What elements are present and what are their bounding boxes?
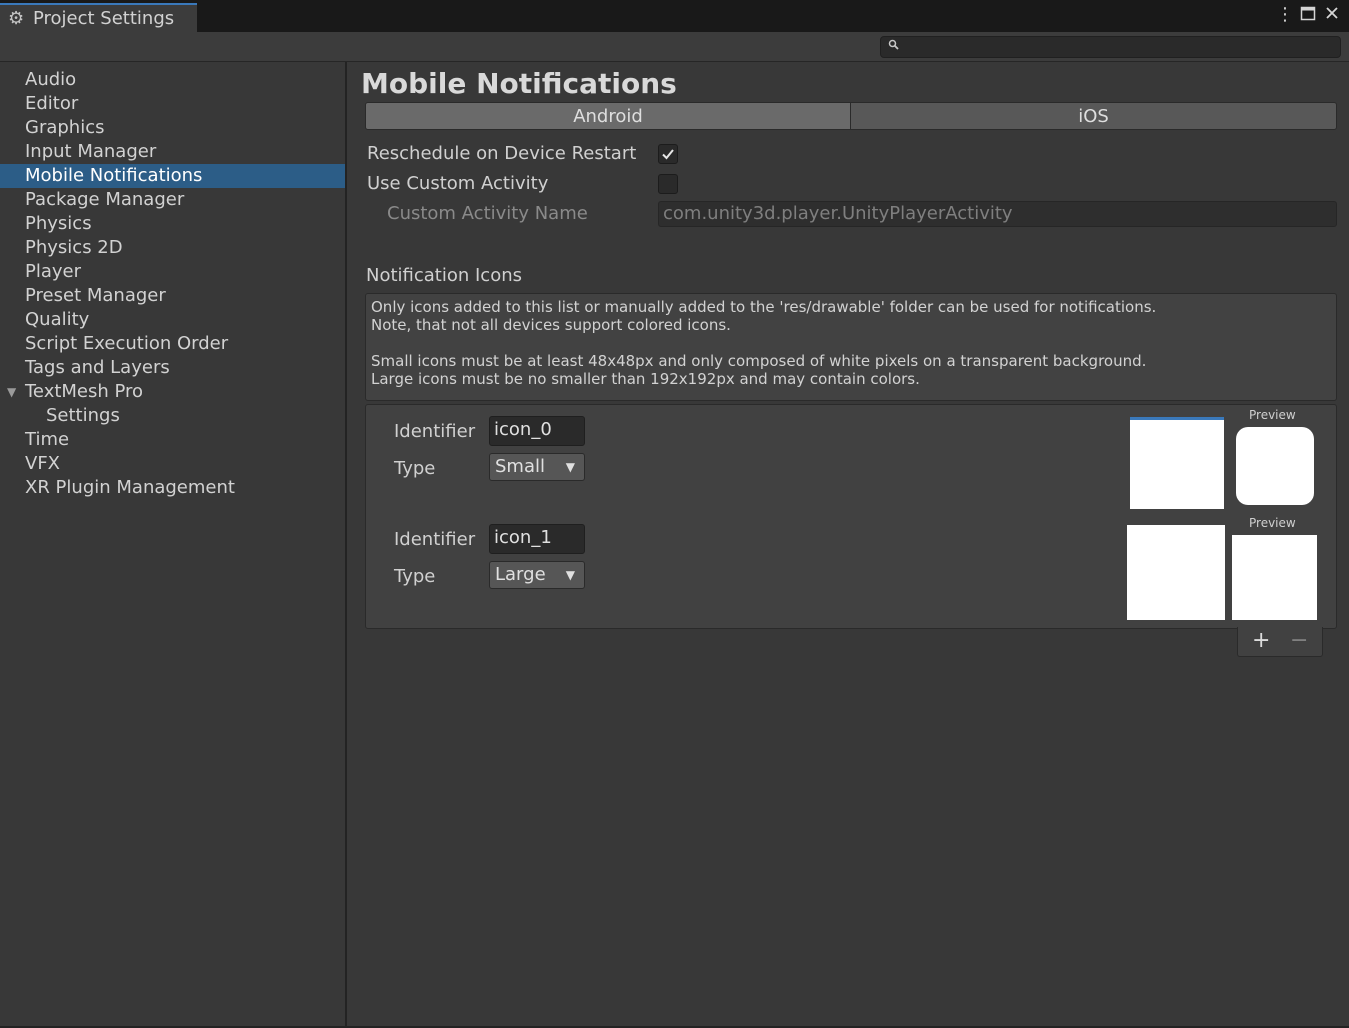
help-line: Small icons must be at least 48x48px and… bbox=[371, 352, 1147, 370]
sidebar-item-preset-manager[interactable]: Preset Manager bbox=[0, 284, 345, 308]
identifier-input-0[interactable]: icon_0 bbox=[489, 416, 585, 446]
remove-button[interactable]: − bbox=[1290, 629, 1308, 653]
type-value: Small bbox=[495, 456, 545, 477]
reschedule-checkbox[interactable] bbox=[658, 144, 678, 164]
sidebar-item-vfx[interactable]: VFX bbox=[0, 452, 345, 476]
chevron-down-icon: ▼ bbox=[565, 568, 575, 582]
window-tab[interactable]: ⚙ Project Settings bbox=[0, 3, 197, 32]
sidebar-item-package-manager[interactable]: Package Manager bbox=[0, 188, 345, 212]
custom-activity-checkbox[interactable] bbox=[658, 174, 678, 194]
preview-label: Preview bbox=[1249, 408, 1296, 422]
gear-icon: ⚙ bbox=[8, 8, 25, 29]
search-icon bbox=[888, 39, 899, 53]
sidebar-item-physics[interactable]: Physics bbox=[0, 212, 345, 236]
icon-texture-slot-1[interactable] bbox=[1127, 525, 1225, 620]
sidebar-item-textmesh-pro-row[interactable]: ▼ TextMesh Pro bbox=[0, 380, 345, 404]
type-label: Type bbox=[394, 566, 436, 587]
sidebar-item-physics-2d[interactable]: Physics 2D bbox=[0, 236, 345, 260]
sidebar-item-time[interactable]: Time bbox=[0, 428, 345, 452]
main-panel: Mobile Notifications Android iOS Resched… bbox=[347, 62, 1349, 1026]
more-vertical-icon[interactable]: ⋮ bbox=[1276, 5, 1294, 25]
sidebar-item-mobile-notifications[interactable]: Mobile Notifications bbox=[0, 164, 345, 188]
sidebar-item-textmesh-pro[interactable]: TextMesh Pro bbox=[0, 380, 345, 404]
sidebar-item-script-execution-order[interactable]: Script Execution Order bbox=[0, 332, 345, 356]
maximize-icon[interactable] bbox=[1300, 5, 1316, 26]
search-input[interactable] bbox=[880, 36, 1341, 58]
sidebar-item-input-manager[interactable]: Input Manager bbox=[0, 140, 345, 164]
sidebar-item-tags-and-layers[interactable]: Tags and Layers bbox=[0, 356, 345, 380]
icon-preview-0 bbox=[1236, 427, 1314, 505]
help-box: Only icons added to this list or manuall… bbox=[365, 293, 1337, 401]
custom-activity-label: Use Custom Activity bbox=[367, 173, 549, 194]
sidebar-item-graphics[interactable]: Graphics bbox=[0, 116, 345, 140]
sidebar-item-editor[interactable]: Editor bbox=[0, 92, 345, 116]
icon-preview-1 bbox=[1232, 535, 1317, 620]
sidebar-item-xr-plugin-management[interactable]: XR Plugin Management bbox=[0, 476, 345, 500]
title-bar: ⚙ Project Settings ⋮ bbox=[0, 0, 1349, 32]
page-title: Mobile Notifications bbox=[361, 67, 677, 100]
list-add-remove-bar: + − bbox=[1237, 627, 1323, 657]
icon-list: Identifier icon_0 Type Small ▼ Preview I… bbox=[365, 404, 1337, 629]
identifier-input-1[interactable]: icon_1 bbox=[489, 524, 585, 554]
type-dropdown-1[interactable]: Large ▼ bbox=[489, 561, 585, 589]
activity-name-label: Custom Activity Name bbox=[387, 203, 588, 224]
help-line: Only icons added to this list or manuall… bbox=[371, 298, 1157, 316]
chevron-down-icon: ▼ bbox=[565, 460, 575, 474]
add-button[interactable]: + bbox=[1252, 629, 1270, 653]
help-line: Note, that not all devices support color… bbox=[371, 316, 731, 334]
sidebar-item-player[interactable]: Player bbox=[0, 260, 345, 284]
reschedule-label: Reschedule on Device Restart bbox=[367, 143, 637, 164]
sidebar-item-quality[interactable]: Quality bbox=[0, 308, 345, 332]
type-label: Type bbox=[394, 458, 436, 479]
toolbar bbox=[0, 32, 1349, 62]
type-dropdown-0[interactable]: Small ▼ bbox=[489, 453, 585, 481]
icon-texture-slot-0[interactable] bbox=[1130, 417, 1224, 509]
activity-name-field: com.unity3d.player.UnityPlayerActivity bbox=[658, 201, 1337, 227]
sidebar: Audio Editor Graphics Input Manager Mobi… bbox=[0, 62, 347, 1026]
type-value: Large bbox=[495, 564, 546, 585]
help-line bbox=[371, 334, 1331, 352]
sidebar-item-textmesh-pro-settings[interactable]: Settings bbox=[0, 404, 345, 428]
help-line: Large icons must be no smaller than 192x… bbox=[371, 370, 920, 388]
identifier-label: Identifier bbox=[394, 529, 476, 550]
identifier-label: Identifier bbox=[394, 421, 476, 442]
sidebar-item-audio[interactable]: Audio bbox=[0, 68, 345, 92]
notification-icons-title: Notification Icons bbox=[366, 265, 523, 286]
tab-ios[interactable]: iOS bbox=[850, 102, 1337, 130]
close-icon[interactable] bbox=[1325, 5, 1339, 26]
tab-android[interactable]: Android bbox=[365, 102, 851, 130]
preview-label: Preview bbox=[1249, 516, 1296, 530]
window-title: Project Settings bbox=[33, 8, 175, 29]
